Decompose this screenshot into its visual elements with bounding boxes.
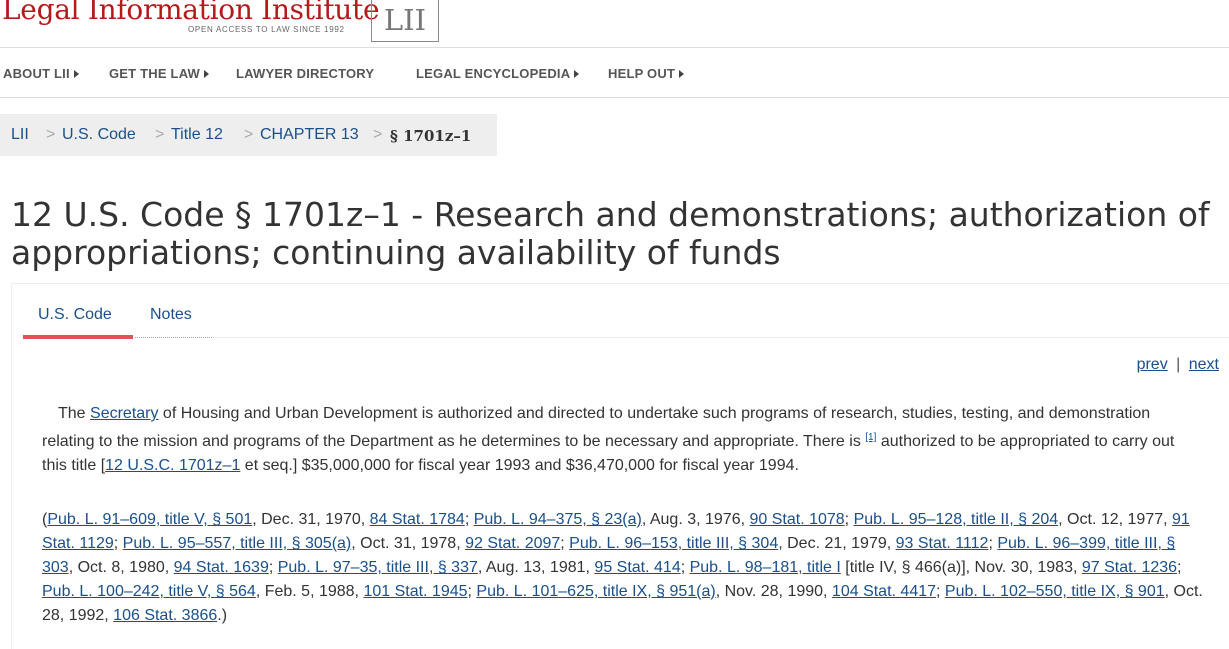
active-tab-indicator <box>23 335 133 339</box>
citation-link[interactable]: Pub. L. 95–557, title III, § 305(a) <box>123 535 352 552</box>
citation-text: ; <box>268 559 278 576</box>
citation-link[interactable]: Pub. L. 95–128, title II, § 204 <box>854 511 1059 528</box>
citation-text: , Feb. 5, 1988, <box>255 583 364 600</box>
citation-link[interactable]: Pub. L. 97–35, title III, § 337 <box>278 559 478 576</box>
logo-badge-text: LII <box>383 3 427 37</box>
citation-link[interactable]: Pub. L. 100–242, title V, § 564 <box>42 583 256 600</box>
caret-right-icon <box>73 70 79 78</box>
citation-text: ; <box>464 511 474 528</box>
citation-text: , Dec. 21, 1979, <box>778 535 896 552</box>
citation-text: , Aug. 3, 1976, <box>641 511 750 528</box>
nav-lawyer-directory-label: LAWYER DIRECTORY <box>236 66 375 81</box>
citation-link[interactable]: Pub. L. 102–550, title IX, § 901 <box>945 583 1165 600</box>
statute-text-part: The <box>58 405 91 422</box>
citation-text: ; <box>680 559 690 576</box>
pager: prev | next <box>1137 356 1219 374</box>
citation-link[interactable]: 90 Stat. 1078 <box>749 511 844 528</box>
site-logo-subtitle: OPEN ACCESS TO LAW SINCE 1992 <box>188 25 345 34</box>
citation-link[interactable]: 106 Stat. 3866 <box>113 607 217 624</box>
caret-right-icon <box>574 70 580 78</box>
pager-separator: | <box>1176 356 1181 373</box>
tabs-border <box>212 337 1229 338</box>
citation-text: , Oct. 31, 1978, <box>351 535 466 552</box>
breadcrumb-current: § 1701z–1 <box>390 127 472 145</box>
page-title: 12 U.S. Code § 1701z–1 - Research and de… <box>11 195 1210 272</box>
main-nav: ABOUT LII GET THE LAW LAWYER DIRECTORY L… <box>0 49 1229 98</box>
caret-right-icon <box>679 70 685 78</box>
site-logo-title[interactable]: Legal Information Institute <box>2 0 380 26</box>
citation-link[interactable]: Pub. L. 101–625, title IX, § 951(a) <box>476 583 715 600</box>
citation-text: , Aug. 13, 1981, <box>477 559 595 576</box>
site-header: Legal Information Institute OPEN ACCESS … <box>0 0 1229 48</box>
nav-about-lii[interactable]: ABOUT LII <box>3 66 79 81</box>
nav-get-the-law[interactable]: GET THE LAW <box>109 66 210 81</box>
citation-text: , Nov. 28, 1990, <box>715 583 832 600</box>
footnote-link[interactable]: [1] <box>865 432 876 443</box>
citation-text: ; <box>844 511 854 528</box>
site-logo-badge[interactable]: LII <box>371 0 439 42</box>
source-credits: (Pub. L. 91–609, title V, § 501, Dec. 31… <box>42 508 1207 628</box>
citation-link[interactable]: 94 Stat. 1639 <box>174 559 269 576</box>
nav-lawyer-directory[interactable]: LAWYER DIRECTORY <box>236 66 374 81</box>
nav-about-lii-label: ABOUT LII <box>3 66 70 81</box>
nav-legal-encyclopedia-label: LEGAL ENCYCLOPEDIA <box>416 66 571 81</box>
citation-link[interactable]: Pub. L. 91–609, title V, § 501 <box>47 511 252 528</box>
citation-text: ; <box>560 535 570 552</box>
citation-text: , Oct. 12, 1977, <box>1058 511 1172 528</box>
breadcrumb-separator: > <box>244 126 254 143</box>
usc-reference-link[interactable]: 12 U.S.C. 1701z–1 <box>105 457 240 474</box>
citation-link[interactable]: 101 Stat. 1945 <box>363 583 467 600</box>
breadcrumb-separator: > <box>155 126 165 143</box>
citation-link[interactable]: Pub. L. 96–153, title III, § 304 <box>569 535 778 552</box>
secretary-link[interactable]: Secretary <box>90 405 158 422</box>
breadcrumb-title-12[interactable]: Title 12 <box>171 126 223 144</box>
nav-help-out-label: HELP OUT <box>608 66 676 81</box>
citation-text: , Dec. 31, 1970, <box>252 511 370 528</box>
citation-text: ; <box>113 535 123 552</box>
breadcrumb-lii[interactable]: LII <box>11 126 29 144</box>
breadcrumb-separator: > <box>46 126 56 143</box>
tab-us-code[interactable]: U.S. Code <box>38 306 112 324</box>
citation-link[interactable]: 95 Stat. 414 <box>594 559 680 576</box>
citation-link[interactable]: Pub. L. 98–181, title I <box>690 559 841 576</box>
nav-legal-encyclopedia[interactable]: LEGAL ENCYCLOPEDIA <box>416 66 580 81</box>
citation-link[interactable]: 104 Stat. 4417 <box>832 583 936 600</box>
citation-link[interactable]: 84 Stat. 1784 <box>370 511 465 528</box>
caret-right-icon <box>204 70 210 78</box>
citation-text: [title IV, § 466(a)], Nov. 30, 1983, <box>840 559 1082 576</box>
breadcrumb-us-code[interactable]: U.S. Code <box>62 126 136 144</box>
citation-text: ; <box>936 583 945 600</box>
citation-text: .) <box>217 607 228 624</box>
citation-link[interactable]: 97 Stat. 1236 <box>1082 559 1177 576</box>
breadcrumb: LII > U.S. Code > Title 12 > CHAPTER 13 … <box>0 114 497 156</box>
next-link[interactable]: next <box>1189 356 1219 373</box>
statute-text: The Secretary of Housing and Urban Devel… <box>42 402 1202 478</box>
citation-text: , Oct. 8, 1980, <box>68 559 174 576</box>
breadcrumb-separator: > <box>373 126 383 143</box>
nav-help-out[interactable]: HELP OUT <box>608 66 685 81</box>
tab-divider <box>135 337 212 338</box>
citation-text: ; <box>988 535 998 552</box>
citation-link[interactable]: 92 Stat. 2097 <box>465 535 560 552</box>
prev-link[interactable]: prev <box>1137 356 1168 373</box>
breadcrumb-chapter-13[interactable]: CHAPTER 13 <box>260 126 359 144</box>
nav-get-the-law-label: GET THE LAW <box>109 66 201 81</box>
statute-text-part: et seq.] $35,000,000 for fiscal year 199… <box>240 457 799 474</box>
citation-text: ; <box>1177 559 1182 576</box>
tab-notes[interactable]: Notes <box>150 306 192 324</box>
citation-link[interactable]: 93 Stat. 1112 <box>896 535 989 552</box>
citation-link[interactable]: Pub. L. 94–375, § 23(a) <box>474 511 642 528</box>
